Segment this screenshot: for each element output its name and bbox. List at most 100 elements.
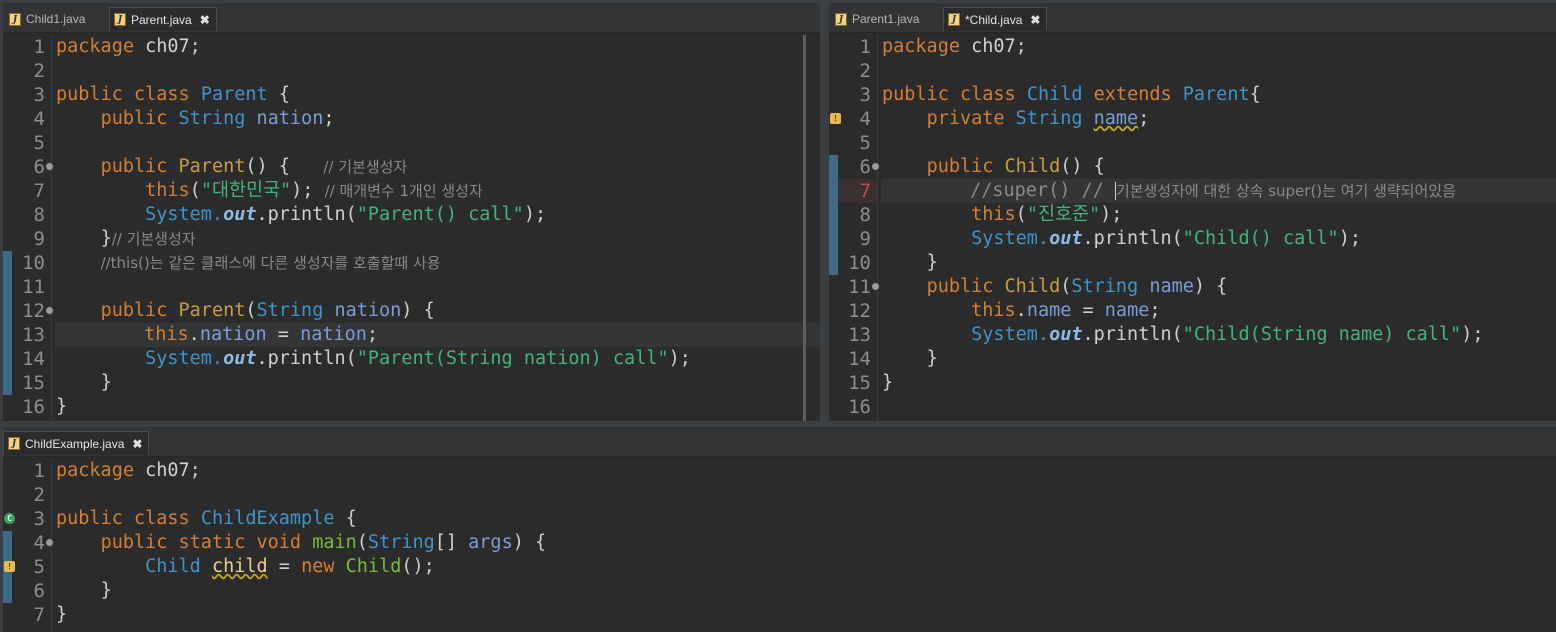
code-editor[interactable]: 1 2 3 4 5 6 7 8 9 10 11 12 13 14 15 16 p… bbox=[3, 33, 820, 421]
line-number: 5 bbox=[33, 132, 45, 154]
brace: } bbox=[100, 372, 112, 393]
line-number: 7 bbox=[33, 180, 45, 202]
fold-toggle-icon[interactable] bbox=[46, 163, 53, 170]
java-file-icon: J bbox=[114, 13, 126, 26]
punct: ); bbox=[291, 180, 314, 201]
line-number: 1 bbox=[33, 36, 45, 58]
type-name: Child bbox=[145, 556, 201, 577]
keyword: extends bbox=[1093, 84, 1172, 105]
punct: ); bbox=[1461, 324, 1484, 345]
line-number: 13 bbox=[3, 323, 51, 347]
code-text[interactable]: package ch07; public class Child extends… bbox=[881, 35, 1556, 421]
field-name: nation bbox=[199, 324, 267, 345]
brace: } bbox=[100, 228, 112, 249]
vertical-scrollbar[interactable] bbox=[803, 35, 806, 421]
line-number: 14 bbox=[3, 347, 51, 371]
tab-child-java[interactable]: J *Child.java ✖ bbox=[943, 7, 1048, 31]
line-number: 7 bbox=[33, 604, 45, 626]
punct: ( bbox=[189, 180, 201, 201]
class-run-icon[interactable]: C bbox=[4, 513, 15, 524]
code-line: //this()는 같은 클래스에 다른 생성자를 호출할때 사용 bbox=[56, 251, 820, 275]
line-number: 1 bbox=[33, 460, 45, 482]
punct: ); bbox=[1338, 228, 1361, 249]
punct: ) { bbox=[401, 300, 435, 321]
line-number: 15 bbox=[848, 372, 871, 394]
constructor-call: Child bbox=[345, 556, 402, 577]
fold-toggle-icon[interactable] bbox=[46, 307, 53, 314]
class-name: Child bbox=[1026, 84, 1083, 105]
keyword: class bbox=[133, 508, 190, 529]
line-number: 4 bbox=[3, 531, 53, 555]
line-number-text: 4 bbox=[33, 532, 45, 554]
warning-icon[interactable]: ! bbox=[4, 561, 15, 572]
brace: { bbox=[1249, 84, 1261, 105]
code-line: } bbox=[56, 579, 1556, 603]
string-literal: "Parent(String nation) call" bbox=[356, 348, 669, 369]
punct: () { bbox=[245, 156, 290, 177]
code-line: public Parent() { // 기본생성자 bbox=[56, 155, 820, 179]
tab-parent-java[interactable]: J Parent.java ✖ bbox=[109, 7, 217, 31]
code-line: Child child = new Child(); bbox=[56, 555, 1556, 579]
param-name: name bbox=[1149, 276, 1194, 297]
keyword: public bbox=[56, 508, 123, 529]
code-line: public String nation; bbox=[56, 107, 820, 131]
code-line: public static void main(String[] args) { bbox=[56, 531, 1556, 555]
editor-tabbar: J Child1.java J Parent.java ✖ bbox=[3, 3, 820, 33]
line-number: 6 bbox=[829, 155, 879, 179]
static-field: out bbox=[1049, 324, 1083, 345]
comment: 기본생성자에 대한 상속 super()는 여기 생략되어있음 bbox=[1115, 182, 1456, 200]
code-line: this("진호준"); bbox=[882, 203, 1556, 227]
param-name: nation bbox=[300, 324, 367, 345]
line-number: 11 bbox=[829, 275, 879, 299]
tab-child1-java[interactable]: J Child1.java bbox=[5, 7, 91, 31]
punct: ( bbox=[1015, 204, 1027, 225]
line-number: 5 bbox=[859, 132, 871, 154]
parent-editor-pane: J Child1.java J Parent.java ✖ 1 2 3 4 5 … bbox=[3, 3, 820, 421]
keyword: package bbox=[882, 36, 960, 57]
fold-toggle-icon[interactable] bbox=[872, 163, 879, 170]
punct: ); bbox=[523, 204, 547, 225]
tab-parent1-java[interactable]: J Parent1.java bbox=[831, 7, 925, 31]
method-call: .println( bbox=[1082, 324, 1183, 345]
close-icon[interactable]: ✖ bbox=[200, 13, 210, 27]
warning-icon[interactable]: ! bbox=[830, 113, 841, 124]
code-editor[interactable]: 1 2 C3 4 ! 5 6 7 package ch07; public cla… bbox=[3, 457, 1556, 632]
line-number: 14 bbox=[848, 348, 871, 370]
line-number: 16 bbox=[848, 396, 871, 418]
line-number: 3 bbox=[859, 84, 871, 106]
fold-toggle-icon[interactable] bbox=[46, 539, 53, 546]
line-number: 2 bbox=[33, 60, 45, 82]
code-line-current: //super() // 기본생성자에 대한 상속 super()는 여기 생략… bbox=[881, 179, 1556, 203]
code-text[interactable]: package ch07; public class ChildExample … bbox=[56, 459, 1556, 632]
tab-child-example-java[interactable]: J ChildExample.java ✖ bbox=[3, 431, 150, 455]
brace: } bbox=[56, 396, 68, 417]
line-number: 10 bbox=[3, 251, 51, 275]
field-name: name bbox=[1026, 300, 1072, 321]
keyword: this bbox=[144, 324, 189, 345]
line-number: 8 bbox=[829, 203, 877, 227]
code-text[interactable]: package ch07; public class Parent { publ… bbox=[55, 35, 820, 421]
type-name: String bbox=[178, 108, 246, 129]
close-icon[interactable]: ✖ bbox=[132, 437, 142, 451]
constructor-name: Child bbox=[1004, 156, 1061, 177]
line-number-text: 11 bbox=[848, 276, 871, 298]
operator: = bbox=[266, 324, 301, 345]
brace: } bbox=[100, 580, 112, 601]
keyword: public bbox=[926, 276, 994, 297]
class-name: Parent bbox=[1182, 84, 1250, 105]
close-icon[interactable]: ✖ bbox=[1030, 13, 1040, 27]
punct: ( bbox=[356, 532, 368, 553]
fold-toggle-icon[interactable] bbox=[872, 283, 879, 290]
constructor-name: Parent bbox=[178, 156, 246, 177]
type-name: System. bbox=[145, 204, 224, 225]
tab-label: ChildExample.java bbox=[25, 436, 125, 451]
punct: ); bbox=[1100, 204, 1123, 225]
keyword: public bbox=[100, 108, 168, 129]
punct: ) { bbox=[512, 532, 547, 553]
code-line: System.out.println("Parent(String nation… bbox=[56, 347, 820, 371]
punct: ) { bbox=[1193, 276, 1228, 297]
code-editor[interactable]: 1 2 3 ! 4 5 6 7 8 9 10 11 12 13 14 15 16 … bbox=[829, 33, 1556, 421]
